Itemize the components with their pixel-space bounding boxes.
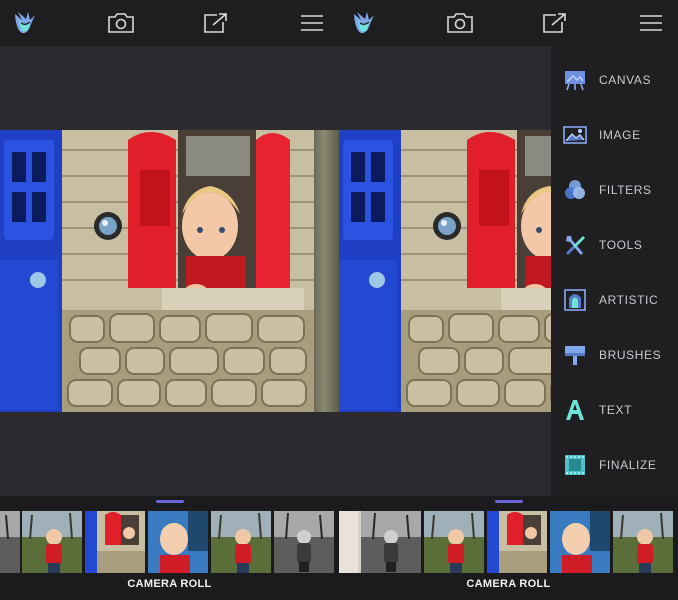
thumbnail[interactable] — [487, 511, 547, 573]
filters-icon — [563, 178, 587, 202]
photo-edge — [314, 130, 339, 412]
editor-pane-right: CANVAS IMAGE FILTERS TOOLS ARTISTIC BRUS… — [339, 0, 678, 600]
app-logo-icon[interactable] — [10, 8, 40, 38]
menu-item-label: BRUSHES — [599, 348, 662, 362]
thumbnail[interactable] — [0, 511, 20, 573]
thumbnail[interactable] — [361, 511, 421, 573]
menu-button[interactable] — [636, 8, 666, 38]
thumbnail[interactable] — [613, 511, 673, 573]
menu-item-tools[interactable]: TOOLS — [551, 225, 678, 265]
edited-photo[interactable] — [0, 130, 314, 412]
menu-item-brushes[interactable]: BRUSHES — [551, 335, 678, 375]
menu-item-finalize[interactable]: FINALIZE — [551, 445, 678, 485]
camera-roll-bar: CAMERA ROLL — [0, 496, 339, 600]
camera-icon — [446, 13, 473, 33]
thumbnail[interactable] — [85, 511, 145, 573]
camera-icon — [107, 13, 134, 33]
menu-item-label: IMAGE — [599, 128, 641, 142]
menu-button[interactable] — [297, 8, 327, 38]
editing-canvas[interactable] — [0, 46, 339, 496]
camera-roll-label[interactable]: CAMERA ROLL — [339, 578, 678, 590]
share-button[interactable] — [201, 8, 231, 38]
artistic-icon — [563, 288, 587, 312]
share-icon — [543, 13, 567, 33]
menu-item-label: ARTISTIC — [599, 293, 659, 307]
drag-handle[interactable] — [156, 500, 184, 503]
camera-button[interactable] — [106, 8, 136, 38]
top-toolbar — [339, 0, 678, 46]
menu-item-label: FILTERS — [599, 183, 652, 197]
tools-icon — [563, 233, 587, 257]
share-button[interactable] — [540, 8, 570, 38]
canvas-icon — [563, 68, 587, 92]
camera-button[interactable] — [445, 8, 475, 38]
thumbnail[interactable] — [424, 511, 484, 573]
camera-roll-bar: CAMERA ROLL — [339, 496, 678, 600]
thumbnail[interactable] — [211, 511, 271, 573]
drag-handle[interactable] — [495, 500, 523, 503]
menu-item-filters[interactable]: FILTERS — [551, 170, 678, 210]
menu-item-label: TEXT — [599, 403, 633, 417]
top-toolbar — [0, 0, 339, 46]
menu-item-artistic[interactable]: ARTISTIC — [551, 280, 678, 320]
brushes-icon — [563, 343, 587, 367]
camera-roll-label[interactable]: CAMERA ROLL — [0, 578, 339, 590]
image-icon — [563, 123, 587, 147]
finalize-icon — [563, 453, 587, 477]
thumbnail[interactable] — [148, 511, 208, 573]
share-icon — [204, 13, 228, 33]
text-icon — [563, 398, 587, 422]
menu-item-image[interactable]: IMAGE — [551, 115, 678, 155]
camera-roll-thumbnails[interactable] — [0, 511, 339, 573]
menu-item-canvas[interactable]: CANVAS — [551, 60, 678, 100]
editor-pane-left: CAMERA ROLL — [0, 0, 339, 600]
menu-item-label: CANVAS — [599, 73, 652, 87]
camera-roll-thumbnails[interactable] — [339, 511, 678, 573]
app-logo-icon[interactable] — [349, 8, 379, 38]
tools-menu-panel: CANVAS IMAGE FILTERS TOOLS ARTISTIC BRUS… — [551, 46, 678, 496]
thumbnail[interactable] — [274, 511, 334, 573]
thumbnail[interactable] — [550, 511, 610, 573]
thumbnail[interactable] — [22, 511, 82, 573]
edited-photo[interactable] — [339, 130, 551, 412]
hamburger-menu-icon — [639, 15, 662, 31]
menu-item-text[interactable]: TEXT — [551, 390, 678, 430]
hamburger-menu-icon — [300, 15, 323, 31]
menu-item-label: TOOLS — [599, 238, 643, 252]
menu-item-label: FINALIZE — [599, 458, 657, 472]
